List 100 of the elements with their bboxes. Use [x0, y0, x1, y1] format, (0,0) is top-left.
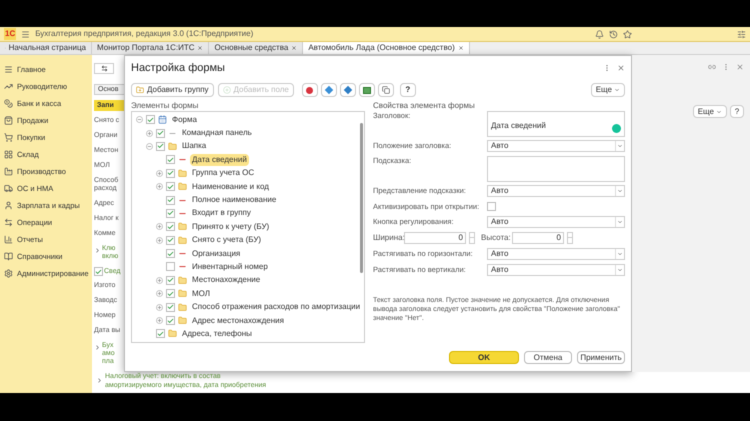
checkbox[interactable] [487, 202, 496, 211]
checkbox[interactable] [156, 128, 165, 138]
checkbox[interactable] [166, 262, 175, 272]
tab[interactable]: Автомобиль Лада (Основное средство) [303, 42, 470, 54]
chevron-icon[interactable] [94, 247, 101, 254]
tab[interactable]: Основные средства [209, 42, 304, 54]
checkbox[interactable] [146, 115, 155, 124]
checkbox[interactable] [166, 236, 175, 245]
checkbox[interactable] [166, 196, 175, 205]
toolbar-button[interactable] [358, 83, 375, 97]
checkbox[interactable] [166, 155, 175, 164]
back-button[interactable] [94, 63, 114, 74]
tree-item[interactable]: Принято к учету (БУ) [190, 220, 272, 233]
dropdown-icon [617, 188, 623, 194]
checkbox[interactable] [166, 208, 175, 218]
settings-icon[interactable] [737, 30, 746, 38]
menu-icon[interactable] [21, 30, 30, 38]
expand-icon[interactable] [156, 290, 163, 298]
copy-button[interactable] [378, 83, 394, 97]
checkbox[interactable] [156, 142, 165, 151]
tree-item[interactable]: Организация [190, 248, 242, 260]
close-icon[interactable] [197, 45, 204, 51]
expand-icon[interactable] [156, 236, 163, 244]
tree-item[interactable]: Дата сведений [190, 154, 249, 166]
checkbox[interactable] [166, 276, 175, 285]
checkbox[interactable] [166, 289, 175, 298]
chevron-icon[interactable] [94, 344, 101, 351]
number-field[interactable]: 0 [404, 232, 466, 244]
tree-item[interactable]: Форма [170, 114, 199, 126]
tree-item[interactable]: Входит в группу [190, 207, 253, 220]
arrows-icon [4, 218, 13, 227]
folder-icon [178, 168, 187, 178]
toolbar-button[interactable]: Добавить группу [131, 83, 214, 97]
more-button[interactable]: Еще [590, 83, 625, 97]
checkbox[interactable] [156, 329, 165, 338]
tab[interactable]: Начальная страница [0, 42, 92, 54]
tree-item[interactable]: МОЛ [190, 288, 212, 300]
history-icon[interactable] [609, 30, 618, 38]
tree-item[interactable]: Командная панель [180, 127, 254, 140]
expand-icon[interactable] [156, 304, 163, 311]
book-icon [4, 252, 13, 261]
checkbox[interactable] [166, 302, 175, 312]
chevron-icon[interactable] [96, 377, 103, 384]
form-icon [158, 115, 167, 124]
checkbox[interactable] [166, 168, 175, 178]
tree-item[interactable]: Полное наименование [190, 194, 278, 206]
folder-icon [178, 182, 187, 192]
dialog-button[interactable]: OK [449, 350, 519, 364]
delete-button[interactable] [302, 83, 318, 97]
folder-icon [178, 236, 187, 245]
tree-item[interactable]: Группа учета ОС [190, 167, 256, 180]
close-icon[interactable] [458, 45, 464, 51]
tree-item[interactable]: Шапка [180, 140, 208, 152]
move-down-button[interactable] [340, 83, 356, 97]
folder-icon [178, 302, 187, 312]
select-field[interactable]: Авто [487, 216, 625, 228]
checkbox[interactable] [94, 267, 103, 276]
star-icon[interactable] [623, 30, 632, 38]
close-icon[interactable] [291, 45, 298, 51]
select-field[interactable]: Авто [487, 248, 625, 260]
expand-icon[interactable] [156, 276, 163, 284]
checkbox[interactable] [166, 316, 175, 326]
bar-chart-icon [4, 235, 13, 244]
tree-item[interactable]: Снято с учета (БУ) [190, 234, 264, 246]
help-button[interactable]: ? [400, 83, 416, 97]
expand-icon[interactable] [156, 183, 163, 190]
select-field[interactable]: Авто [487, 185, 625, 197]
collapse-icon[interactable] [146, 142, 153, 150]
select-field[interactable]: Авто [487, 264, 625, 276]
select-field[interactable]: Авто [487, 140, 625, 152]
tree-item[interactable]: Местонахождение [190, 274, 262, 286]
text-area[interactable]: Дата сведений [487, 111, 625, 137]
tree-item[interactable]: Способ отражения расходов по амортизации [190, 301, 362, 314]
bell-icon[interactable] [595, 30, 604, 38]
more-button[interactable]: Еще [692, 105, 727, 118]
copy-icon [382, 86, 390, 94]
link-icon[interactable] [708, 63, 716, 71]
tab[interactable]: Монитор Портала 1С:ИТС [92, 42, 210, 54]
expand-icon[interactable] [156, 317, 163, 324]
bag-icon [4, 116, 13, 125]
folder-icon [178, 289, 187, 298]
person-icon [4, 201, 13, 210]
tree-item[interactable]: Наименование и код [190, 180, 271, 193]
checkbox[interactable] [166, 182, 175, 192]
dialog-button[interactable]: Применить [577, 350, 625, 364]
help-button[interactable]: ? [730, 105, 744, 118]
expand-icon[interactable] [156, 223, 163, 230]
checkbox[interactable] [166, 249, 175, 258]
dialog-button[interactable]: Отмена [524, 350, 572, 364]
collapse-icon[interactable] [136, 116, 143, 124]
checkbox[interactable] [166, 222, 175, 232]
tree-item[interactable]: Адрес местонахождения [190, 314, 286, 327]
section-label: Элементы формы [131, 100, 200, 111]
tree-item[interactable]: Адреса, телефоны [180, 328, 254, 340]
add-icon [222, 86, 231, 94]
number-field[interactable]: 0 [512, 232, 564, 244]
expand-icon[interactable] [146, 130, 153, 137]
expand-icon[interactable] [156, 170, 163, 177]
tree-item[interactable]: Инвентарный номер [190, 260, 270, 273]
move-up-button[interactable] [320, 83, 337, 97]
